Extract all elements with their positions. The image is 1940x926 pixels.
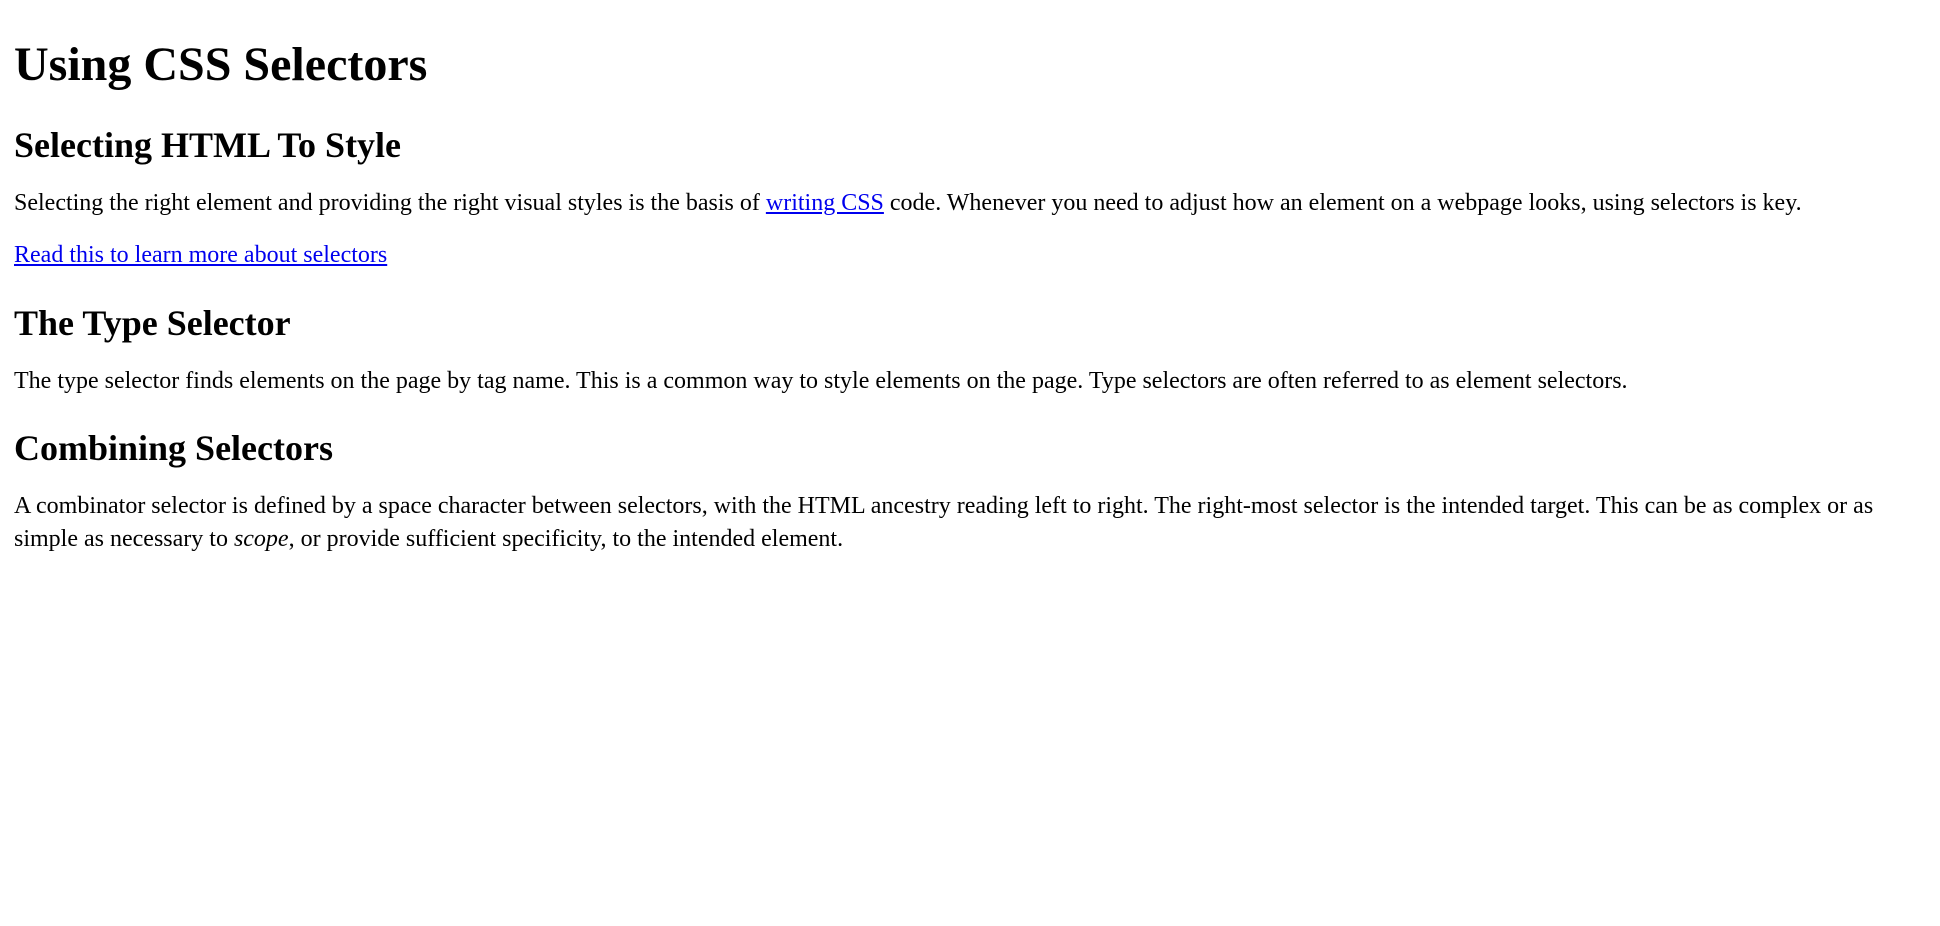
text-segment: , or provide sufficient specificity, to …: [289, 526, 844, 552]
text-segment: code. Whenever you need to adjust how an…: [884, 190, 1802, 216]
text-segment: Selecting the right element and providin…: [14, 190, 766, 216]
page-title: Using CSS Selectors: [14, 36, 1926, 94]
paragraph-intro: Selecting the right element and providin…: [14, 187, 1904, 219]
section-heading-combining: Combining Selectors: [14, 427, 1926, 470]
section-heading-intro: Selecting HTML To Style: [14, 124, 1926, 167]
link-learn-more-selectors[interactable]: Read this to learn more about selectors: [14, 242, 387, 268]
paragraph-learn-more: Read this to learn more about selectors: [14, 239, 1904, 271]
paragraph-combining: A combinator selector is defined by a sp…: [14, 490, 1904, 555]
link-writing-css[interactable]: writing CSS: [766, 190, 884, 216]
emphasis-scope: scope: [234, 526, 289, 552]
paragraph-type-selector: The type selector finds elements on the …: [14, 365, 1904, 397]
section-heading-type-selector: The Type Selector: [14, 302, 1926, 345]
